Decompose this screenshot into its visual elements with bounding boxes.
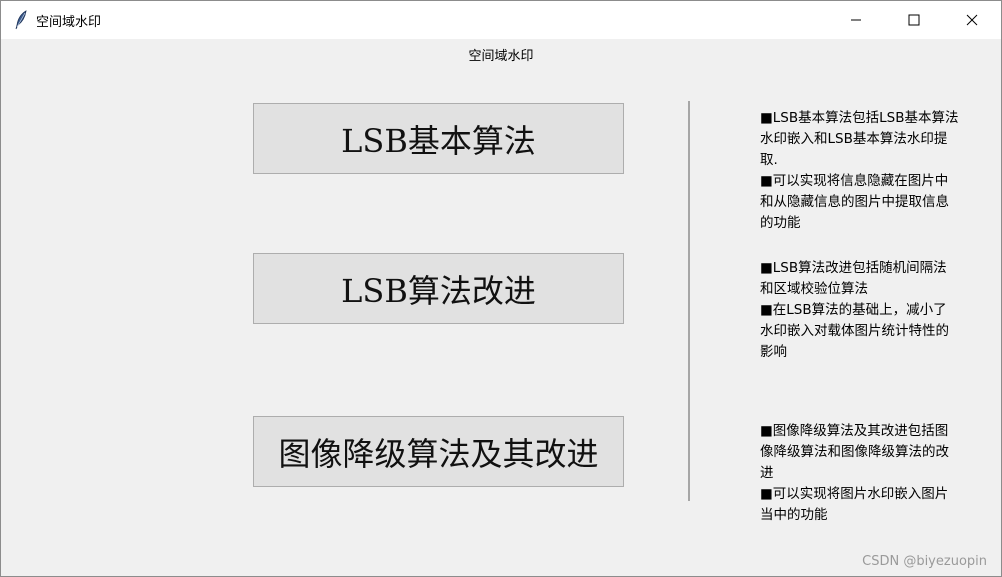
minimize-icon (850, 11, 862, 30)
app-window: 空间域水印 空间域水印 LSB基本算法 LSB算法改进 图像降级算法及其改进 ■… (0, 0, 1002, 577)
feather-icon (13, 10, 29, 30)
image-degradation-button[interactable]: 图像降级算法及其改进 (253, 416, 624, 487)
description-line: ■图像降级算法及其改进包括图像降级算法和图像降级算法的改进 (760, 423, 949, 481)
close-button[interactable] (943, 1, 1001, 39)
description-line: ■在LSB算法的基础上，减小了水印嵌入对载体图片统计特性的影响 (760, 302, 949, 360)
lsb-basic-button[interactable]: LSB基本算法 (253, 103, 624, 174)
description-line: ■可以实现将图片水印嵌入图片当中的功能 (760, 486, 949, 523)
description-line: ■LSB基本算法包括LSB基本算法水印嵌入和LSB基本算法水印提取. (760, 110, 959, 168)
csdn-watermark: CSDN @biyezuopin (862, 554, 987, 569)
maximize-icon (908, 11, 920, 30)
main-content: 空间域水印 LSB基本算法 LSB算法改进 图像降级算法及其改进 ■LSB基本算… (1, 39, 1001, 576)
window-title: 空间域水印 (36, 15, 102, 30)
vertical-divider (688, 101, 690, 501)
page-title: 空间域水印 (468, 49, 534, 64)
maximize-button[interactable] (885, 1, 943, 39)
lsb-improved-button[interactable]: LSB算法改进 (253, 253, 624, 324)
close-icon (966, 11, 978, 30)
title-bar[interactable]: 空间域水印 (1, 1, 1001, 39)
description-line: ■LSB算法改进包括随机间隔法和区域校验位算法 (760, 260, 947, 297)
lsb-improved-description: ■LSB算法改进包括随机间隔法和区域校验位算法 ■在LSB算法的基础上，减小了水… (760, 258, 960, 363)
minimize-button[interactable] (827, 1, 885, 39)
lsb-basic-description: ■LSB基本算法包括LSB基本算法水印嵌入和LSB基本算法水印提取. ■可以实现… (760, 108, 960, 234)
description-line: ■可以实现将信息隐藏在图片中和从隐藏信息的图片中提取信息的功能 (760, 173, 949, 231)
image-degradation-description: ■图像降级算法及其改进包括图像降级算法和图像降级算法的改进 ■可以实现将图片水印… (760, 421, 960, 526)
